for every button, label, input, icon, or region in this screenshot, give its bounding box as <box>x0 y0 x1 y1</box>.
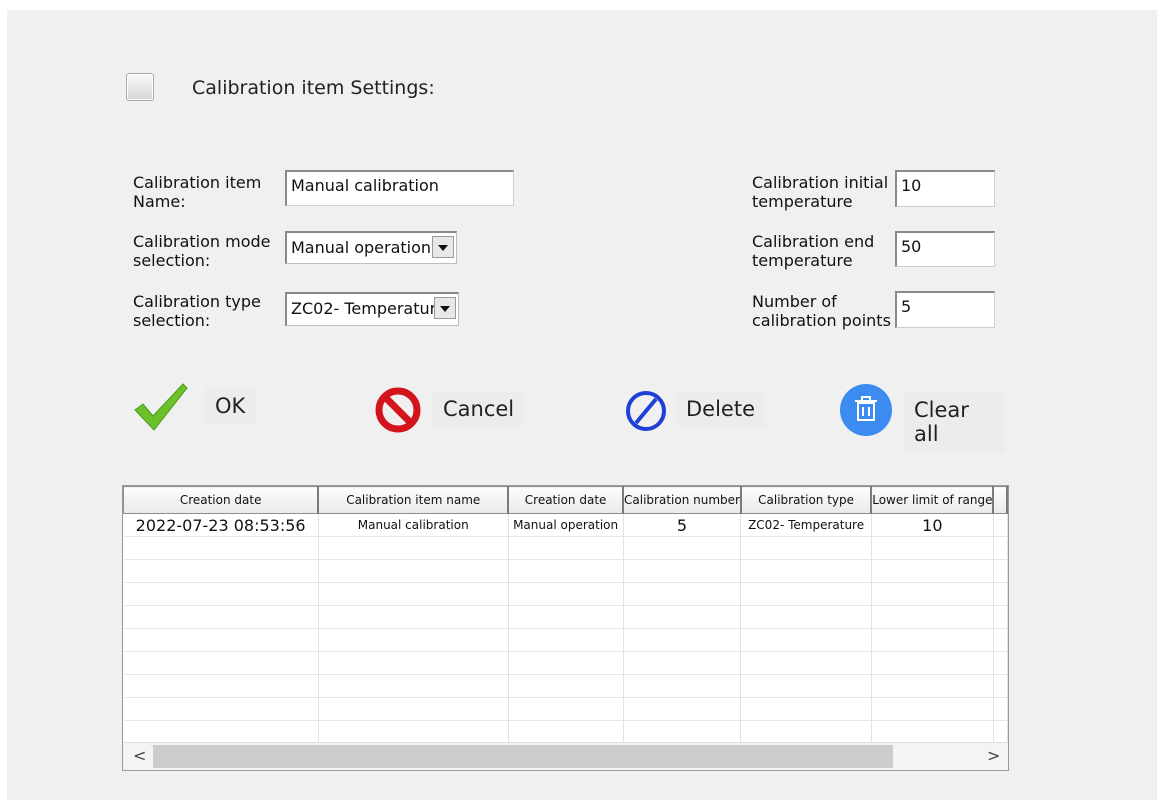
table-row[interactable] <box>123 697 1008 721</box>
table-row[interactable]: 2022-07-23 08:53:56 Manual calibration M… <box>123 513 1008 537</box>
table-cell[interactable]: Manual calibration <box>318 513 509 537</box>
table-row[interactable] <box>123 628 1008 652</box>
trash-icon <box>840 384 892 436</box>
ok-button[interactable]: OK <box>133 380 295 436</box>
column-header[interactable]: Creation date <box>123 486 320 514</box>
table-cell[interactable]: ZC02- Temperature <box>740 513 872 537</box>
delete-label: Delete <box>676 391 765 427</box>
section-title: Calibration item Settings: <box>192 77 435 99</box>
end-temperature-input[interactable]: 50 <box>895 231 995 267</box>
table-row[interactable] <box>123 674 1008 698</box>
initial-temperature-label: Calibration initial temperature <box>752 173 889 211</box>
checkmark-icon <box>134 383 188 431</box>
table-row[interactable] <box>123 559 1008 583</box>
item-name-label: Calibration item Name: <box>133 173 262 211</box>
table-header-row: Creation date Calibration item name Crea… <box>123 486 1008 514</box>
type-selection-label: Calibration type selection: <box>133 292 261 330</box>
chevron-down-icon[interactable] <box>434 297 456 319</box>
type-select-value: ZC02- Temperature <box>291 299 446 318</box>
delete-button[interactable]: Delete <box>624 385 774 435</box>
clear-all-button[interactable]: Clear all <box>840 384 1005 452</box>
initial-temperature-input[interactable]: 10 <box>895 170 995 207</box>
scroll-right-arrow[interactable]: > <box>987 746 1000 765</box>
table-cell[interactable]: Manual operation <box>508 513 624 537</box>
table-row[interactable] <box>123 582 1008 606</box>
calibration-points-label: Number of calibration points <box>752 292 891 330</box>
item-name-input[interactable]: Manual calibration <box>285 170 514 206</box>
column-header[interactable]: Creation date <box>507 486 625 514</box>
cancel-button[interactable]: Cancel <box>375 385 535 435</box>
mode-select-value: Manual operation <box>291 238 432 257</box>
cancel-icon <box>375 387 421 433</box>
table-row[interactable] <box>123 651 1008 675</box>
table-cell <box>993 513 1008 537</box>
scroll-left-arrow[interactable]: < <box>133 746 146 765</box>
end-temperature-label: Calibration end temperature <box>752 232 875 270</box>
scrollbar-thumb[interactable] <box>153 745 893 768</box>
table-cell[interactable]: 10 <box>871 513 994 537</box>
column-header[interactable]: Calibration item name <box>317 486 510 514</box>
mode-selection-label: Calibration mode selection: <box>133 232 271 270</box>
ok-label: OK <box>205 388 256 424</box>
horizontal-scrollbar[interactable]: < > <box>123 742 1008 770</box>
column-header[interactable]: Calibration number <box>622 486 742 514</box>
clear-all-label: Clear all <box>904 392 1005 452</box>
mode-select[interactable]: Manual operation <box>285 231 457 264</box>
settings-checkbox[interactable] <box>126 73 154 101</box>
table-row[interactable] <box>123 605 1008 629</box>
column-header-filler <box>992 486 1008 514</box>
table-row[interactable] <box>123 720 1008 744</box>
table-cell[interactable]: 2022-07-23 08:53:56 <box>123 513 319 537</box>
chevron-down-icon[interactable] <box>432 236 454 258</box>
calibration-points-input[interactable]: 5 <box>895 291 995 328</box>
column-header[interactable]: Lower limit of range <box>870 486 995 514</box>
column-header[interactable]: Calibration type <box>740 486 873 514</box>
type-select[interactable]: ZC02- Temperature <box>285 292 459 326</box>
cancel-label: Cancel <box>433 391 525 427</box>
table-cell[interactable]: 5 <box>623 513 742 537</box>
calibration-table[interactable]: Creation date Calibration item name Crea… <box>122 485 1009 771</box>
prohibit-icon <box>626 391 666 431</box>
table-row[interactable] <box>123 536 1008 560</box>
table: Creation date Calibration item name Crea… <box>123 486 1008 744</box>
